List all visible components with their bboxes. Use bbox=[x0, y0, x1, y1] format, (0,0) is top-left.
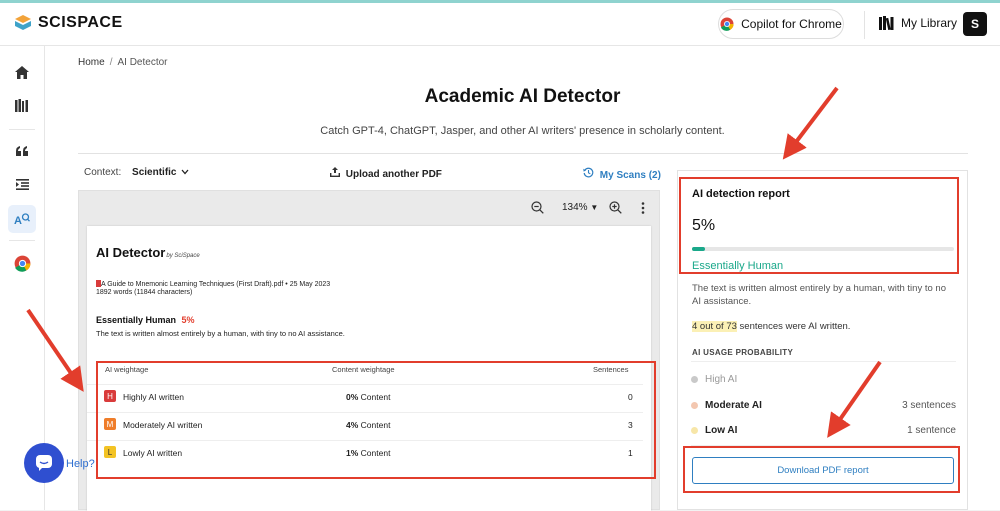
chrome-icon bbox=[14, 255, 30, 272]
chevron-down-icon bbox=[181, 169, 189, 175]
context-label: Context: bbox=[84, 167, 122, 178]
user-avatar[interactable]: S bbox=[963, 12, 987, 36]
main-content: Home / AI Detector Academic AI Detector Ca… bbox=[45, 46, 1000, 511]
breadcrumb-separator: / bbox=[109, 57, 113, 68]
page-subtitle: Catch GPT-4, ChatGPT, Jasper, and other … bbox=[320, 125, 725, 137]
sidebar-item-paraphraser[interactable] bbox=[10, 172, 34, 196]
brand-name: SCISPACE bbox=[38, 14, 123, 31]
usage-label: High AI bbox=[705, 374, 738, 385]
scispace-logo-icon bbox=[15, 15, 31, 30]
my-scans-label: My Scans (2) bbox=[599, 170, 661, 181]
zoom-out-icon[interactable] bbox=[531, 201, 544, 214]
annotation-box-weightage-table bbox=[96, 361, 656, 479]
caret-down-icon: ▼ bbox=[590, 203, 599, 212]
quote-icon bbox=[16, 146, 28, 156]
usage-dot bbox=[691, 402, 698, 409]
sidebar-item-chrome-extension[interactable] bbox=[10, 251, 34, 275]
my-library-button[interactable]: My Library bbox=[879, 16, 957, 30]
svg-text:A: A bbox=[14, 215, 22, 226]
ai-detector-icon: A bbox=[14, 213, 30, 226]
more-options-icon[interactable] bbox=[641, 202, 645, 214]
sidebar-item-home[interactable] bbox=[10, 60, 34, 84]
help-chat-button[interactable] bbox=[24, 443, 64, 483]
usage-count: 1 sentence bbox=[907, 425, 956, 436]
chrome-icon bbox=[720, 17, 734, 31]
history-icon bbox=[583, 167, 594, 178]
usage-label: Moderate AI bbox=[705, 400, 762, 411]
breadcrumb-current: AI Detector bbox=[117, 57, 168, 68]
upload-label: Upload another PDF bbox=[345, 169, 442, 180]
top-bar: SCISPACE Copilot for Chrome My Library S bbox=[0, 3, 1000, 46]
report-heading: AI Detector bbox=[96, 245, 166, 260]
page-title: Academic AI Detector bbox=[424, 86, 621, 107]
my-scans-button[interactable]: My Scans (2) bbox=[583, 167, 661, 181]
file-info: A Guide to Mnemonic Learning Techniques … bbox=[96, 280, 330, 288]
ai-sentence-summary: 4 out of 73 sentences were AI written. bbox=[692, 321, 850, 332]
context-value: Scientific bbox=[132, 167, 177, 178]
words-line: 1892 words (11844 characters) bbox=[96, 289, 193, 296]
zoom-level-select[interactable]: 134% ▼ bbox=[562, 202, 598, 213]
breadcrumb: Home / AI Detector bbox=[78, 57, 168, 68]
zoom-level: 134% bbox=[562, 202, 588, 213]
topbar-divider bbox=[864, 11, 865, 39]
usage-dot bbox=[691, 427, 698, 434]
viewer-toolbar: 134% ▼ bbox=[79, 191, 659, 225]
usage-heading: AI USAGE PROBABILITY bbox=[692, 348, 794, 357]
breadcrumb-home[interactable]: Home bbox=[78, 57, 105, 68]
usage-count: 3 sentences bbox=[902, 400, 956, 411]
home-icon bbox=[15, 65, 29, 79]
document-verdict-percent: 5% bbox=[181, 315, 195, 325]
file-line: A Guide to Mnemonic Learning Techniques … bbox=[101, 281, 331, 288]
sidebar-item-library[interactable] bbox=[10, 93, 34, 117]
annotation-box-detection-report bbox=[679, 177, 959, 274]
usage-label: Low AI bbox=[705, 425, 738, 436]
upload-pdf-button[interactable]: Upload another PDF bbox=[330, 167, 442, 180]
annotation-box-download bbox=[683, 446, 960, 493]
help-label[interactable]: Help? bbox=[66, 458, 95, 470]
usage-row-high: High AI bbox=[691, 374, 956, 385]
sidebar-divider bbox=[9, 129, 35, 130]
sidebar-item-ai-detector[interactable]: A bbox=[8, 205, 36, 233]
upload-icon bbox=[330, 167, 340, 177]
my-library-label: My Library bbox=[901, 16, 958, 30]
sidebar-item-citations[interactable] bbox=[10, 139, 34, 163]
zoom-in-icon[interactable] bbox=[609, 201, 622, 214]
report-byline: by SciSpace bbox=[166, 253, 200, 259]
document-verdict-desc: The text is written almost entirely by a… bbox=[96, 329, 345, 338]
sidebar-divider bbox=[9, 240, 35, 241]
document-verdict: Essentially Human bbox=[96, 315, 177, 325]
chat-bubble-icon bbox=[36, 455, 52, 471]
left-sidebar: A bbox=[0, 46, 45, 510]
divider bbox=[691, 361, 956, 362]
indent-icon bbox=[15, 178, 29, 190]
library-icon bbox=[15, 98, 28, 112]
brand-logo[interactable]: SCISPACE bbox=[14, 14, 123, 32]
avatar-initial: S bbox=[970, 17, 979, 31]
books-icon bbox=[879, 16, 894, 30]
usage-row-moderate: Moderate AI 3 sentences bbox=[691, 400, 956, 411]
copilot-for-chrome-button[interactable]: Copilot for Chrome bbox=[718, 9, 844, 39]
context-selector[interactable]: Context: Scientific bbox=[84, 167, 189, 178]
copilot-label: Copilot for Chrome bbox=[741, 17, 842, 31]
report-description: The text is written almost entirely by a… bbox=[692, 283, 946, 307]
divider bbox=[78, 153, 968, 154]
ai-sentence-rest: sentences were AI written. bbox=[736, 321, 851, 332]
usage-row-low: Low AI 1 sentence bbox=[691, 425, 956, 436]
usage-dot bbox=[691, 376, 698, 383]
ai-sentence-count: 4 out of 73 bbox=[692, 321, 737, 332]
